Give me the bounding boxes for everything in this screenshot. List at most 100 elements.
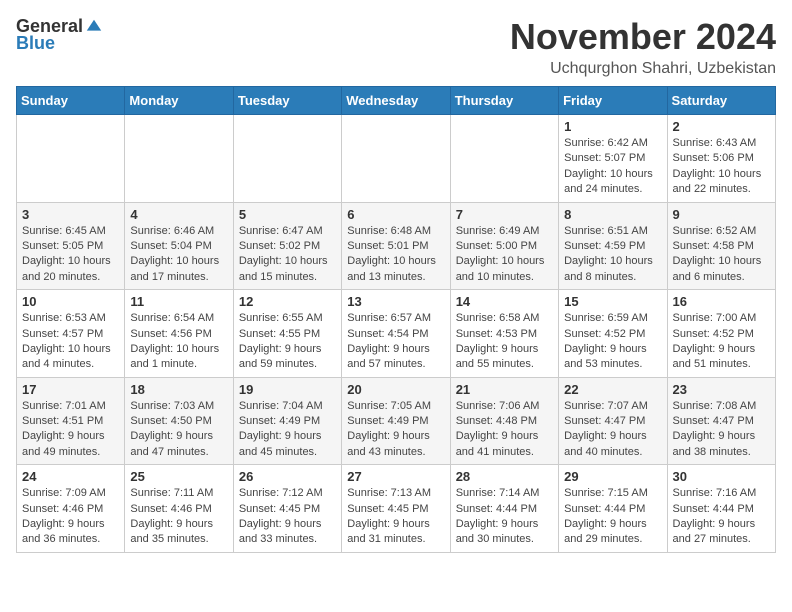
calendar-day-cell: 25 Sunrise: 7:11 AM Sunset: 4:46 PM Dayli…: [125, 465, 233, 553]
calendar-day-cell: [450, 115, 558, 203]
calendar-day-cell: 28 Sunrise: 7:14 AM Sunset: 4:44 PM Dayli…: [450, 465, 558, 553]
calendar-col-header: Sunday: [17, 87, 125, 115]
day-number: 4: [130, 207, 227, 222]
calendar-day-cell: [125, 115, 233, 203]
day-number: 6: [347, 207, 444, 222]
calendar-week-row: 10Sunrise: 6:53 AM Sunset: 4:57 PM Dayli…: [17, 290, 776, 378]
calendar-day-cell: 6 Sunrise: 6:48 AM Sunset: 5:01 PM Daylig…: [342, 202, 450, 290]
day-info: Sunrise: 6:43 AM Sunset: 5:06 PM Dayligh…: [673, 136, 770, 198]
day-info: Sunrise: 7:00 AM Sunset: 4:52 PM Dayligh…: [673, 311, 770, 373]
day-number: 15: [564, 294, 661, 309]
day-info: Sunrise: 6:42 AM Sunset: 5:07 PM Dayligh…: [564, 136, 661, 198]
day-info: Sunrise: 6:53 AM Sunset: 4:57 PM Dayligh…: [22, 311, 119, 373]
calendar-day-cell: [233, 115, 341, 203]
calendar-day-cell: [342, 115, 450, 203]
calendar-col-header: Saturday: [667, 87, 775, 115]
day-number: 3: [22, 207, 119, 222]
day-number: 12: [239, 294, 336, 309]
calendar-day-cell: 3 Sunrise: 6:45 AM Sunset: 5:05 PM Daylig…: [17, 202, 125, 290]
calendar-day-cell: 1 Sunrise: 6:42 AM Sunset: 5:07 PM Daylig…: [559, 115, 667, 203]
day-number: 21: [456, 382, 553, 397]
calendar-col-header: Monday: [125, 87, 233, 115]
calendar-day-cell: 10Sunrise: 6:53 AM Sunset: 4:57 PM Dayli…: [17, 290, 125, 378]
day-number: 8: [564, 207, 661, 222]
day-number: 20: [347, 382, 444, 397]
day-info: Sunrise: 6:59 AM Sunset: 4:52 PM Dayligh…: [564, 311, 661, 373]
day-info: Sunrise: 7:15 AM Sunset: 4:44 PM Dayligh…: [564, 486, 661, 548]
day-number: 7: [456, 207, 553, 222]
day-number: 22: [564, 382, 661, 397]
calendar-table: SundayMondayTuesdayWednesdayThursdayFrid…: [16, 86, 776, 553]
day-number: 1: [564, 119, 661, 134]
calendar-col-header: Tuesday: [233, 87, 341, 115]
day-number: 5: [239, 207, 336, 222]
calendar-week-row: 17 Sunrise: 7:01 AM Sunset: 4:51 PM Dayli…: [17, 377, 776, 465]
day-info: Sunrise: 7:08 AM Sunset: 4:47 PM Dayligh…: [673, 399, 770, 461]
calendar-day-cell: 4Sunrise: 6:46 AM Sunset: 5:04 PM Daylig…: [125, 202, 233, 290]
day-info: Sunrise: 6:55 AM Sunset: 4:55 PM Dayligh…: [239, 311, 336, 373]
day-info: Sunrise: 6:47 AM Sunset: 5:02 PM Dayligh…: [239, 224, 336, 286]
day-number: 19: [239, 382, 336, 397]
calendar-day-cell: 13Sunrise: 6:57 AM Sunset: 4:54 PM Dayli…: [342, 290, 450, 378]
day-info: Sunrise: 6:51 AM Sunset: 4:59 PM Dayligh…: [564, 224, 661, 286]
calendar-day-cell: 21 Sunrise: 7:06 AM Sunset: 4:48 PM Dayli…: [450, 377, 558, 465]
day-number: 9: [673, 207, 770, 222]
calendar-week-row: 1 Sunrise: 6:42 AM Sunset: 5:07 PM Daylig…: [17, 115, 776, 203]
calendar-day-cell: 19 Sunrise: 7:04 AM Sunset: 4:49 PM Dayli…: [233, 377, 341, 465]
day-info: Sunrise: 7:05 AM Sunset: 4:49 PM Dayligh…: [347, 399, 444, 461]
logo-icon: [85, 18, 103, 36]
day-number: 11: [130, 294, 227, 309]
day-info: Sunrise: 6:54 AM Sunset: 4:56 PM Dayligh…: [130, 311, 227, 373]
calendar-day-cell: 18Sunrise: 7:03 AM Sunset: 4:50 PM Dayli…: [125, 377, 233, 465]
day-info: Sunrise: 7:06 AM Sunset: 4:48 PM Dayligh…: [456, 399, 553, 461]
day-info: Sunrise: 7:03 AM Sunset: 4:50 PM Dayligh…: [130, 399, 227, 461]
calendar-day-cell: 27Sunrise: 7:13 AM Sunset: 4:45 PM Dayli…: [342, 465, 450, 553]
day-info: Sunrise: 7:09 AM Sunset: 4:46 PM Dayligh…: [22, 486, 119, 548]
day-number: 24: [22, 469, 119, 484]
month-title: November 2024: [510, 16, 776, 58]
day-info: Sunrise: 7:12 AM Sunset: 4:45 PM Dayligh…: [239, 486, 336, 548]
day-number: 2: [673, 119, 770, 134]
calendar-day-cell: 16 Sunrise: 7:00 AM Sunset: 4:52 PM Dayli…: [667, 290, 775, 378]
day-number: 30: [673, 469, 770, 484]
day-info: Sunrise: 7:04 AM Sunset: 4:49 PM Dayligh…: [239, 399, 336, 461]
day-number: 23: [673, 382, 770, 397]
calendar-day-cell: 20 Sunrise: 7:05 AM Sunset: 4:49 PM Dayli…: [342, 377, 450, 465]
calendar-day-cell: 8 Sunrise: 6:51 AM Sunset: 4:59 PM Daylig…: [559, 202, 667, 290]
day-info: Sunrise: 6:45 AM Sunset: 5:05 PM Dayligh…: [22, 224, 119, 286]
calendar-day-cell: 11 Sunrise: 6:54 AM Sunset: 4:56 PM Dayli…: [125, 290, 233, 378]
calendar-day-cell: 17 Sunrise: 7:01 AM Sunset: 4:51 PM Dayli…: [17, 377, 125, 465]
page-header: General Blue November 2024 Uchqurghon Sh…: [16, 16, 776, 78]
day-number: 25: [130, 469, 227, 484]
logo-blue-text: Blue: [16, 33, 55, 54]
day-info: Sunrise: 7:01 AM Sunset: 4:51 PM Dayligh…: [22, 399, 119, 461]
calendar-col-header: Wednesday: [342, 87, 450, 115]
day-number: 17: [22, 382, 119, 397]
logo: General Blue: [16, 16, 103, 54]
calendar-day-cell: 2 Sunrise: 6:43 AM Sunset: 5:06 PM Daylig…: [667, 115, 775, 203]
calendar-day-cell: 9 Sunrise: 6:52 AM Sunset: 4:58 PM Daylig…: [667, 202, 775, 290]
day-info: Sunrise: 7:11 AM Sunset: 4:46 PM Dayligh…: [130, 486, 227, 548]
calendar-day-cell: 5 Sunrise: 6:47 AM Sunset: 5:02 PM Daylig…: [233, 202, 341, 290]
day-number: 16: [673, 294, 770, 309]
calendar-day-cell: 26 Sunrise: 7:12 AM Sunset: 4:45 PM Dayli…: [233, 465, 341, 553]
day-number: 26: [239, 469, 336, 484]
day-info: Sunrise: 6:58 AM Sunset: 4:53 PM Dayligh…: [456, 311, 553, 373]
day-number: 28: [456, 469, 553, 484]
calendar-week-row: 24 Sunrise: 7:09 AM Sunset: 4:46 PM Dayli…: [17, 465, 776, 553]
calendar-day-cell: 29Sunrise: 7:15 AM Sunset: 4:44 PM Dayli…: [559, 465, 667, 553]
calendar-day-cell: 7 Sunrise: 6:49 AM Sunset: 5:00 PM Daylig…: [450, 202, 558, 290]
day-info: Sunrise: 6:49 AM Sunset: 5:00 PM Dayligh…: [456, 224, 553, 286]
day-info: Sunrise: 7:07 AM Sunset: 4:47 PM Dayligh…: [564, 399, 661, 461]
calendar-col-header: Thursday: [450, 87, 558, 115]
calendar-col-header: Friday: [559, 87, 667, 115]
calendar-day-cell: 12 Sunrise: 6:55 AM Sunset: 4:55 PM Dayli…: [233, 290, 341, 378]
calendar-header-row: SundayMondayTuesdayWednesdayThursdayFrid…: [17, 87, 776, 115]
day-info: Sunrise: 7:14 AM Sunset: 4:44 PM Dayligh…: [456, 486, 553, 548]
day-info: Sunrise: 6:52 AM Sunset: 4:58 PM Dayligh…: [673, 224, 770, 286]
day-info: Sunrise: 6:48 AM Sunset: 5:01 PM Dayligh…: [347, 224, 444, 286]
day-info: Sunrise: 7:16 AM Sunset: 4:44 PM Dayligh…: [673, 486, 770, 548]
calendar-day-cell: 22 Sunrise: 7:07 AM Sunset: 4:47 PM Dayli…: [559, 377, 667, 465]
day-number: 27: [347, 469, 444, 484]
day-info: Sunrise: 6:57 AM Sunset: 4:54 PM Dayligh…: [347, 311, 444, 373]
